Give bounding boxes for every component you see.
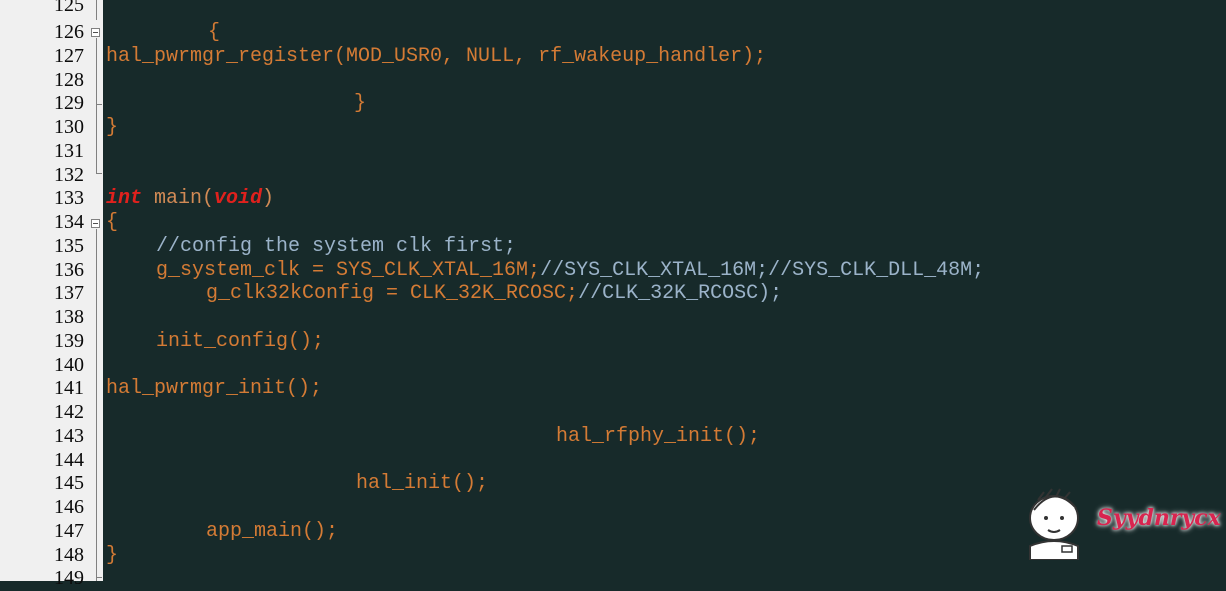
code-line: g_clk32kConfig = CLK_32K_RCOSC;//CLK_32K… [206,282,782,306]
line-number: 133 [54,187,84,209]
line-number: 145 [54,472,84,494]
line-number: 132 [54,164,84,186]
comment-token: //CLK_32K_RCOSC); [578,282,783,305]
code-token: g_system_clk = SYS_CLK_XTAL_16M; [156,259,541,282]
code-line: } [354,92,367,115]
line-number: 142 [54,401,84,423]
code-line: init_config(); [156,330,325,353]
fold-end-marker [96,104,102,105]
line-number: 134 [54,211,84,233]
comment-line: //config the system clk first; [156,235,517,258]
code-line: { [106,211,119,234]
comment-token: //SYS_CLK_XTAL_16M;//SYS_CLK_DLL_48M; [540,259,985,282]
line-number: 147 [54,520,84,542]
code-line: g_system_clk = SYS_CLK_XTAL_16M;//SYS_CL… [156,259,984,283]
line-number: 137 [54,282,84,304]
line-number: 136 [54,259,84,281]
line-number: 129 [54,92,84,114]
line-number: 143 [54,425,84,447]
code-line: { [208,21,221,44]
line-number: 141 [54,377,84,399]
line-number: 127 [54,45,84,67]
code-line: } [106,116,119,139]
line-number: 148 [54,544,84,566]
code-line: } [106,544,119,567]
code-token: ) [262,187,275,210]
line-number: 139 [54,330,84,352]
line-number: 131 [54,140,84,162]
fold-guide-line [96,0,97,20]
line-number: 146 [54,496,84,518]
code-line: hal_rfphy_init(); [556,425,761,448]
fold-collapse-icon[interactable] [91,219,100,228]
line-number: 140 [54,354,84,376]
fold-guide-line [96,229,97,581]
code-line: int main(void) [106,187,274,211]
line-number: 125 [54,0,84,16]
line-number: 149 [54,567,84,589]
keyword: int [106,187,143,210]
fold-end-marker [96,577,102,578]
code-token: g_clk32kConfig = CLK_32K_RCOSC; [206,282,579,305]
line-number: 128 [54,69,84,91]
code-token: main( [142,187,215,210]
line-number: 130 [54,116,84,138]
fold-guide-line [96,38,97,173]
watermark-text: Syydnrycx [1097,505,1221,531]
line-number: 135 [54,235,84,257]
code-line: app_main(); [206,520,339,543]
keyword: void [214,187,263,210]
line-number: 144 [54,449,84,471]
line-number-gutter: 125 126 127 128 129 130 131 132 133 134 … [0,0,103,589]
code-line: hal_init(); [356,472,489,495]
code-line: hal_pwrmgr_init(); [106,377,323,400]
line-number: 126 [54,21,84,43]
fold-end-marker [96,173,102,174]
line-number: 138 [54,306,84,328]
code-line: hal_pwrmgr_register(MOD_USR0, NULL, rf_w… [106,45,767,68]
fold-collapse-icon[interactable] [91,28,100,37]
